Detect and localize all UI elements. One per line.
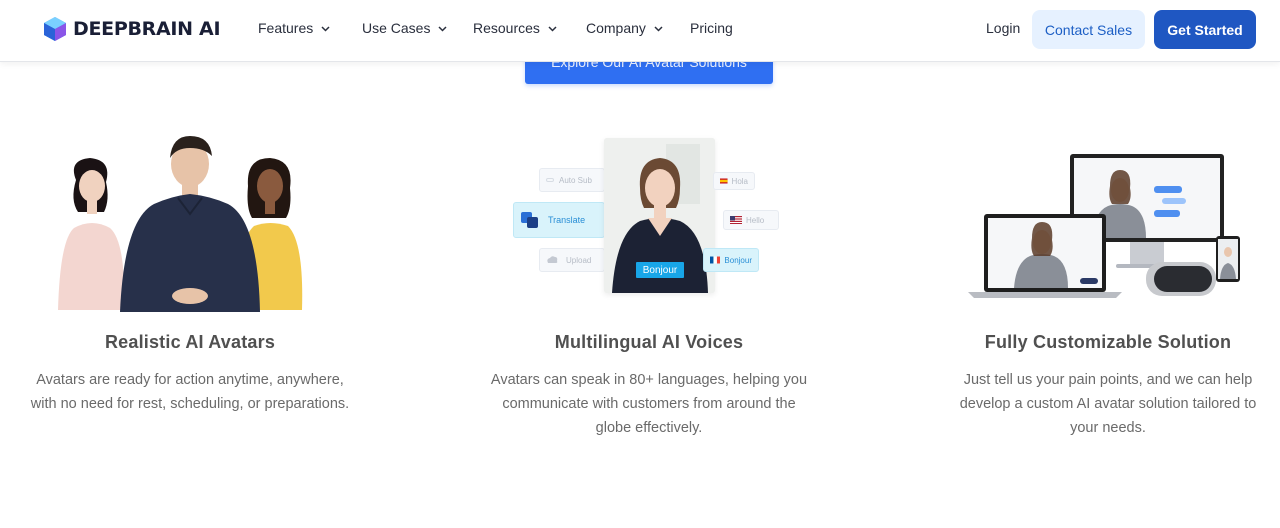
feature-title: Realistic AI Avatars bbox=[104, 332, 276, 352]
smartphone bbox=[1216, 236, 1240, 282]
chip-hola-label: Hola bbox=[731, 176, 748, 186]
chip-autosub-label: Auto Sub bbox=[559, 175, 592, 185]
deepbrain-logo-icon bbox=[44, 17, 66, 41]
nav-resources-label: Resources bbox=[473, 20, 540, 36]
nav-pricing[interactable]: Pricing bbox=[690, 20, 733, 36]
chip-upload-label: Upload bbox=[566, 255, 592, 265]
avatars-illustration bbox=[10, 120, 370, 315]
feature-description: Avatars are ready for action anytime, an… bbox=[30, 372, 350, 412]
avatar-man-center bbox=[120, 136, 260, 312]
multilingual-illustration: Auto Sub Translate Upload Bonjour Hola H… bbox=[469, 120, 829, 315]
feature-multilingual-voices: Auto Sub Translate Upload Bonjour Hola H… bbox=[469, 120, 829, 436]
brand-logo[interactable]: DEEPBRAIN AI bbox=[44, 17, 221, 41]
nav-resources[interactable]: Resources bbox=[473, 20, 557, 36]
contact-sales-button[interactable]: Contact Sales bbox=[1032, 10, 1145, 49]
feature-description: Avatars can speak in 80+ languages, help… bbox=[490, 372, 808, 436]
login-link[interactable]: Login bbox=[986, 20, 1020, 36]
feature-title: Fully Customizable Solution bbox=[984, 332, 1232, 352]
chip-bonjour-label: Bonjour bbox=[724, 255, 752, 265]
spanish-chip: Hola bbox=[713, 172, 755, 190]
auto-subtitle-chip: Auto Sub bbox=[539, 168, 605, 192]
cloud-upload-icon bbox=[547, 256, 558, 263]
chip-auto-label bbox=[546, 178, 554, 182]
nav-use-cases[interactable]: Use Cases bbox=[362, 20, 447, 36]
brand-name: DEEPBRAIN AI bbox=[73, 18, 221, 40]
feature-customizable-solution: Fully Customizable Solution Just tell us… bbox=[928, 120, 1280, 436]
feature-title: Multilingual AI Voices bbox=[554, 332, 744, 352]
speaking-avatar-photo: Bonjour bbox=[604, 138, 715, 293]
avatar-group-image bbox=[58, 136, 303, 312]
us-flag-icon bbox=[730, 216, 742, 224]
nav-company-label: Company bbox=[586, 20, 646, 36]
feature-description: Just tell us your pain points, and we ca… bbox=[959, 372, 1257, 436]
chevron-down-icon bbox=[438, 25, 447, 32]
nav-features[interactable]: Features bbox=[258, 20, 330, 36]
bonjour-caption: Bonjour bbox=[636, 262, 684, 278]
chevron-down-icon bbox=[654, 25, 663, 32]
chip-hello-label: Hello bbox=[746, 215, 765, 225]
chevron-down-icon bbox=[548, 25, 557, 32]
translate-chip: Translate bbox=[513, 202, 605, 238]
chevron-down-icon bbox=[321, 25, 330, 32]
spain-flag-icon bbox=[720, 178, 728, 184]
translate-icon bbox=[521, 212, 538, 228]
feature-realistic-avatars: Realistic AI Avatars Avatars are ready f… bbox=[10, 120, 370, 412]
avatar-woman-left bbox=[58, 158, 125, 310]
france-flag-icon bbox=[710, 256, 721, 264]
english-chip: Hello bbox=[723, 210, 779, 230]
devices-image bbox=[968, 154, 1240, 298]
nav-company[interactable]: Company bbox=[586, 20, 663, 36]
site-header: DEEPBRAIN AI Features Use Cases Resource… bbox=[0, 0, 1280, 62]
nav-features-label: Features bbox=[258, 20, 314, 36]
get-started-button[interactable]: Get Started bbox=[1154, 10, 1256, 49]
french-chip: Bonjour bbox=[703, 248, 759, 272]
nav-pricing-label: Pricing bbox=[690, 20, 733, 36]
upload-chip: Upload bbox=[539, 248, 605, 272]
nav-use-cases-label: Use Cases bbox=[362, 20, 431, 36]
devices-illustration bbox=[928, 120, 1280, 315]
vr-headset bbox=[1146, 262, 1216, 296]
laptop bbox=[968, 214, 1122, 298]
chip-translate-label: Translate bbox=[548, 215, 586, 225]
